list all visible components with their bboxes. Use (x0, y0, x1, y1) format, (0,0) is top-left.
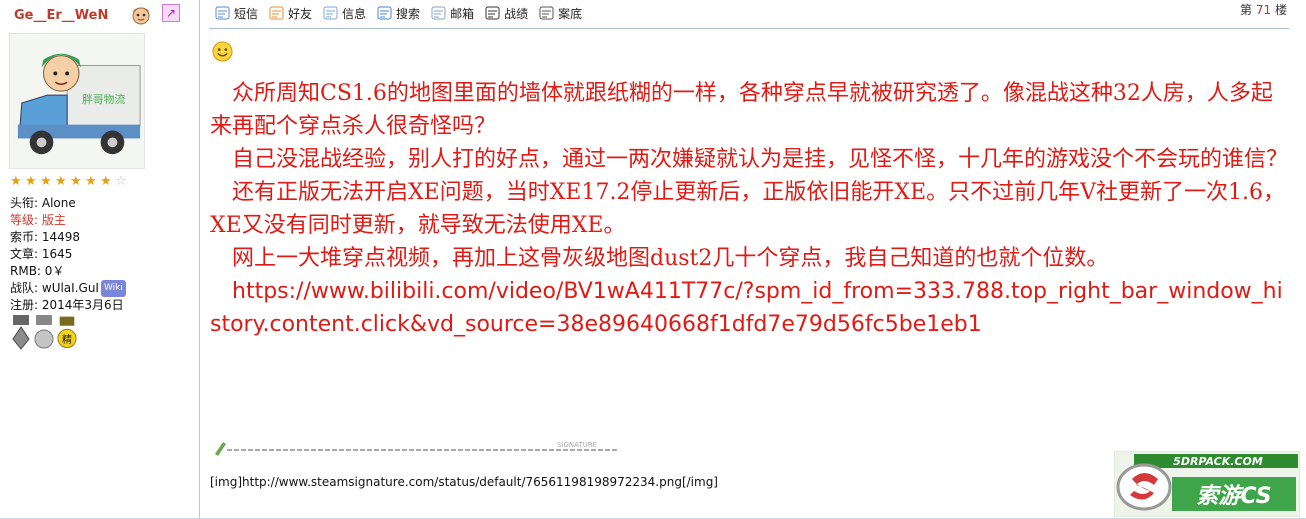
toolbar-item-4[interactable]: 邮箱 (430, 5, 474, 22)
user-info-row: 战队: wUlaI.GuI Wiki (10, 280, 126, 297)
toolbar-item-2[interactable]: 信息 (322, 5, 366, 22)
avatar[interactable]: 胖哥物流 (9, 33, 145, 169)
toolbar-item-1[interactable]: 好友 (268, 5, 312, 22)
user-info-value: 版主 (41, 213, 66, 227)
star-filled-icon: ★ (10, 174, 22, 189)
record-icon (485, 6, 500, 20)
post-paragraph: 网上一大堆穿点视频，再加上这骨灰级地图dust2几十个穿点，我自己知道的也就个位… (210, 246, 1109, 271)
star-filled-icon: ★ (40, 174, 52, 189)
user-info-label: 头衔: (10, 196, 39, 210)
svg-text:精: 精 (62, 333, 72, 346)
star-filled-icon: ★ (100, 174, 112, 189)
rank-stars: ★ ★ ★ ★ ★ ★ ★ ☆ (10, 175, 129, 189)
toolbar-item-label: 案底 (558, 6, 583, 21)
user-info-value: Alone (41, 196, 76, 210)
elite-medal-icon: 精 (57, 316, 77, 348)
user-info-row: 等级: 版主 (10, 212, 126, 229)
toolbar-item-label: 短信 (234, 6, 259, 21)
user-info-row: RMB: 0￥ (10, 263, 126, 280)
floor-suffix: 楼 (1274, 3, 1287, 17)
post-toolbar: 短信 好友 信息 搜索 邮箱 战绩 案底 (214, 3, 582, 23)
user-info-row: 索币: 14498 (10, 229, 126, 246)
send-message-icon[interactable]: ↗ (162, 4, 180, 22)
toolbar-item-3[interactable]: 搜索 (376, 5, 420, 22)
star-empty-icon: ☆ (115, 174, 127, 189)
mail-icon (431, 6, 446, 20)
post-paragraph: 还有正版无法开启XE问题，当时XE17.2停止更新后，正版依旧能开XE。只不过前… (210, 180, 1286, 238)
star-filled-icon: ★ (25, 174, 37, 189)
svg-text:5DRPACK.COM: 5DRPACK.COM (1173, 455, 1263, 468)
user-info-row: 头衔: Alone (10, 195, 126, 212)
floor-value: 71 (1255, 3, 1272, 17)
user-info-value: 1645 (41, 247, 73, 261)
medal-icon (34, 315, 54, 349)
user-info-value: 14498 (41, 230, 81, 244)
svg-text:SIGNATURE: SIGNATURE (557, 441, 597, 449)
user-info-value: 2014年3月6日 (41, 298, 124, 312)
user-info-label: 战队: (10, 281, 39, 295)
user-info-row: 文章: 1645 (10, 246, 126, 263)
file-icon (539, 6, 554, 20)
star-filled-icon: ★ (70, 174, 82, 189)
toolbar-item-6[interactable]: 案底 (538, 5, 582, 22)
user-panel: Ge__Er__WeN ↗ 胖哥物流 ★ ★ ★ ★ ★ ★ ★ ☆ 头衔: Alone 等级:… (0, 0, 200, 519)
toolbar-item-label: 战绩 (504, 6, 529, 21)
user-info: 头衔: Alone 等级: 版主 索币: 14498 文章: 1645 RMB: 0￥ 战… (10, 195, 126, 314)
user-face-icon (132, 7, 150, 25)
user-info-value: wUlaI.GuI (41, 281, 99, 295)
floor-number: 第 71 楼 (1240, 1, 1287, 18)
post-body: 众所周知CS1.6的地图里面的墙体就跟纸糊的一样，各种穿点早就被研究透了。像混战… (210, 77, 1290, 341)
user-info-label: RMB: (10, 264, 41, 278)
svg-text:胖哥物流: 胖哥物流 (82, 92, 125, 106)
user-info-label: 等级: (10, 213, 39, 227)
user-info-value: 0￥ (44, 264, 65, 278)
floor-prefix: 第 (1240, 3, 1253, 17)
toolbar-item-label: 搜索 (396, 6, 421, 21)
divider (209, 28, 1289, 29)
star-filled-icon: ★ (85, 174, 97, 189)
post-link[interactable]: https://www.bilibili.com/video/BV1wA411T… (210, 275, 1290, 341)
toolbar-item-label: 好友 (288, 6, 313, 21)
user-info-row: 注册: 2014年3月6日 (10, 297, 126, 314)
friends-icon (269, 6, 284, 20)
medal-icon (12, 315, 30, 350)
user-info-label: 索币: (10, 230, 39, 244)
signature-divider: SIGNATURE (215, 441, 617, 456)
toolbar-item-5[interactable]: 战绩 (484, 5, 528, 22)
signature-text: [img]http://www.steamsignature.com/statu… (210, 475, 718, 489)
svg-text:索游CS: 索游CS (1196, 484, 1271, 509)
star-filled-icon: ★ (55, 174, 67, 189)
post-paragraph: 众所周知CS1.6的地图里面的墙体就跟纸糊的一样，各种穿点早就被研究透了。像混战… (210, 81, 1273, 139)
username[interactable]: Ge__Er__WeN (14, 8, 108, 23)
toolbar-item-label: 邮箱 (450, 6, 475, 21)
message-icon (215, 6, 230, 20)
user-info-label: 注册: (10, 298, 39, 312)
site-logo: 5DRPACK.COM 索游CS (1114, 451, 1300, 517)
toolbar-item-label: 信息 (342, 6, 367, 21)
medal-list: 精 (11, 315, 77, 351)
post-paragraph: 自己没混战经验，别人打的好点，通过一两次嫌疑就认为是挂，见怪不怪，十几年的游戏没… (210, 147, 1289, 172)
info-icon (323, 6, 338, 20)
search-icon (377, 6, 392, 20)
post-link-text[interactable]: https://www.bilibili.com/video/BV1wA411T… (210, 279, 1283, 337)
wiki-badge: Wiki (100, 280, 126, 297)
post-panel: 短信 好友 信息 搜索 邮箱 战绩 案底 第 71 楼 众所周知CS1.6的地图里面的墙体就… (201, 0, 1306, 519)
toolbar-item-0[interactable]: 短信 (214, 5, 258, 22)
smile-icon (212, 41, 233, 62)
user-info-label: 文章: (10, 247, 39, 261)
